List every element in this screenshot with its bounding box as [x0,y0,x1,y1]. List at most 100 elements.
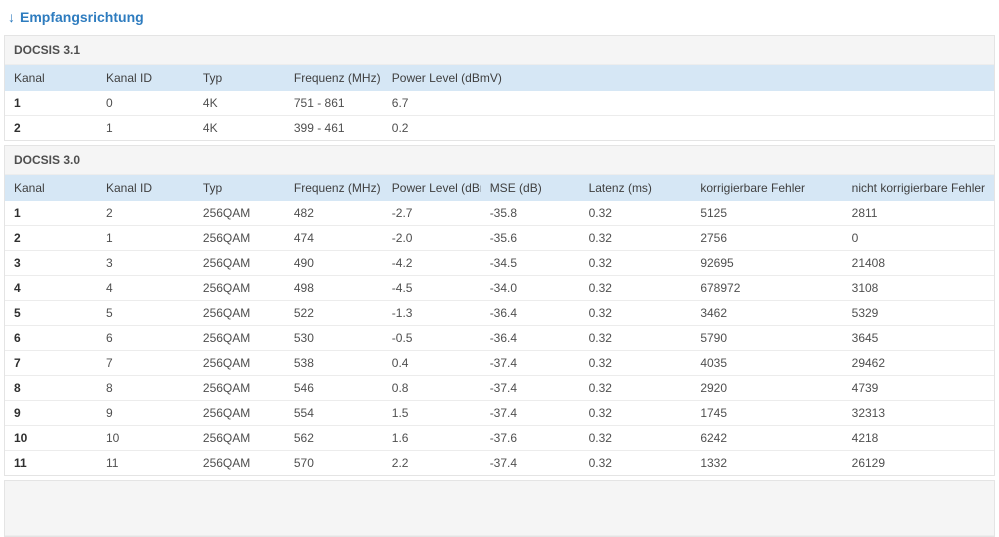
table-cell: 1 [14,96,21,110]
table-cell: 256QAM [193,450,285,475]
arrow-down-icon: ↓ [8,9,15,25]
table-cell: 9 [96,400,194,426]
column-header: Latenz (ms) [579,175,692,201]
table-cell: 29462 [842,350,994,376]
table-cell: 3 [96,250,194,276]
table-cell: 4 [5,275,97,301]
table-cell: 3645 [842,325,994,351]
table-cell: -1.3 [382,300,481,326]
table-cell: 554 [284,400,383,426]
table-cell: 5125 [700,206,728,220]
table-cell: 92695 [691,250,843,276]
column-header: Typ [193,175,285,201]
table-cell: 4K [193,115,285,140]
column-header: MSE (dB) [480,175,580,201]
table-cell: 11 [96,450,194,475]
receive-direction-page: ↓ Empfangsrichtung DOCSIS 3.1 Kanal Kanal… [0,0,999,537]
page-title: Empfangsrichtung [20,9,144,25]
table-row: 1 0 4K 751 - 861 6.7 [5,91,994,116]
table-cell: -2.0 [382,225,481,251]
table-cell: 0.32 [579,425,692,451]
table-cell: 0.32 [579,300,692,326]
table-cell: -37.4 [480,450,580,475]
table-cell: -36.4 [480,325,580,351]
column-header: Kanal ID [96,175,194,201]
table-cell: 1332 [691,450,843,475]
docsis30-table: Kanal Kanal ID Typ Frequenz (MHz) Power Leve… [5,175,994,475]
table-cell: 399 - 461 [284,115,383,140]
table-cell: 8 [96,375,194,401]
table-cell: 474 [284,225,383,251]
table-cell: 570 [284,450,383,475]
table-cell: 0.32 [579,225,692,251]
table-cell: -37.6 [480,425,580,451]
table-cell: -4.5 [382,275,481,301]
table-row: 1 2 256QAM 482 -2.7 -35.8 0.32 5125 2811 [5,201,994,226]
column-header: nicht korrigierbare Fehler [842,175,994,201]
table-cell: 256QAM [202,206,251,220]
table-cell: -35.6 [480,225,580,251]
table-cell: 256QAM [193,275,285,301]
table-cell: 678972 [691,275,843,301]
table-row: 2 1 4K 399 - 461 0.2 [5,115,994,140]
table-header-row: Kanal Kanal ID Typ Frequenz (MHz) Power Leve… [5,175,994,201]
table-cell: 0.32 [579,250,692,276]
table-cell: 522 [284,300,383,326]
table-cell: 7 [96,350,194,376]
table-cell: 482 [293,206,314,220]
column-header: Power Level (dBmV) [382,65,994,91]
table-cell: -34.0 [480,275,580,301]
table-cell: 2811 [851,206,878,220]
table-row: 8 8 256QAM 546 0.8 -37.4 0.32 2920 4739 [5,375,994,401]
table-row: 2 1 256QAM 474 -2.0 -35.6 0.32 2756 0 [5,225,994,251]
table-row: 9 9 256QAM 554 1.5 -37.4 0.32 1745 32313 [5,400,994,426]
section-toggle-empfangsrichtung[interactable]: ↓ Empfangsrichtung [8,9,144,25]
table-cell: 5 [96,300,194,326]
table-cell: 1745 [691,400,843,426]
table-cell: 2 [5,225,97,251]
table-row: 7 7 256QAM 538 0.4 -37.4 0.32 4035 29462 [5,350,994,376]
table-cell: 8 [5,375,97,401]
table-cell: 0.32 [579,325,692,351]
table-cell: 5790 [691,325,843,351]
table-cell: 0 [105,96,113,110]
column-header: Kanal [5,65,97,91]
table-cell: 1 [96,115,194,140]
table-cell: -37.4 [480,400,580,426]
table-cell: 0.32 [588,206,612,220]
table-row: 5 5 256QAM 522 -1.3 -36.4 0.32 3462 5329 [5,300,994,326]
column-header: Kanal [5,175,97,201]
table-cell: -4.2 [382,250,481,276]
table-cell: 4 [96,275,194,301]
table-cell: 3108 [842,275,994,301]
table-cell: 2920 [691,375,843,401]
table-row: 11 11 256QAM 570 2.2 -37.4 0.32 1332 26129 [5,450,994,475]
table-cell: 256QAM [193,350,285,376]
table-cell: 4K [202,96,218,110]
column-header: korrigierbare Fehler [691,175,843,201]
table-cell: -34.5 [480,250,580,276]
table-cell: 0.32 [579,450,692,475]
table-cell: 4739 [842,375,994,401]
table-cell: 256QAM [193,400,285,426]
docsis31-section-title: DOCSIS 3.1 [5,36,994,65]
table-cell: 0.2 [382,115,994,140]
next-section-partial [4,480,995,537]
table-row: 10 10 256QAM 562 1.6 -37.6 0.32 6242 4218 [5,425,994,451]
table-cell: -0.5 [382,325,481,351]
table-cell: 256QAM [193,300,285,326]
docsis30-section-title: DOCSIS 3.0 [5,146,994,175]
column-header: Typ [193,65,285,91]
table-cell: 256QAM [193,225,285,251]
table-cell: 6242 [691,425,843,451]
table-cell: 0.32 [579,375,692,401]
table-cell: 6 [5,325,97,351]
table-cell: 2 [105,206,113,220]
table-cell: 5 [5,300,97,326]
table-cell: 6.7 [391,96,409,110]
table-cell: 26129 [842,450,994,475]
table-cell: 0.8 [382,375,481,401]
table-cell: 6 [96,325,194,351]
table-cell: 2 [5,115,97,140]
column-header: Frequenz (MHz) [284,175,383,201]
